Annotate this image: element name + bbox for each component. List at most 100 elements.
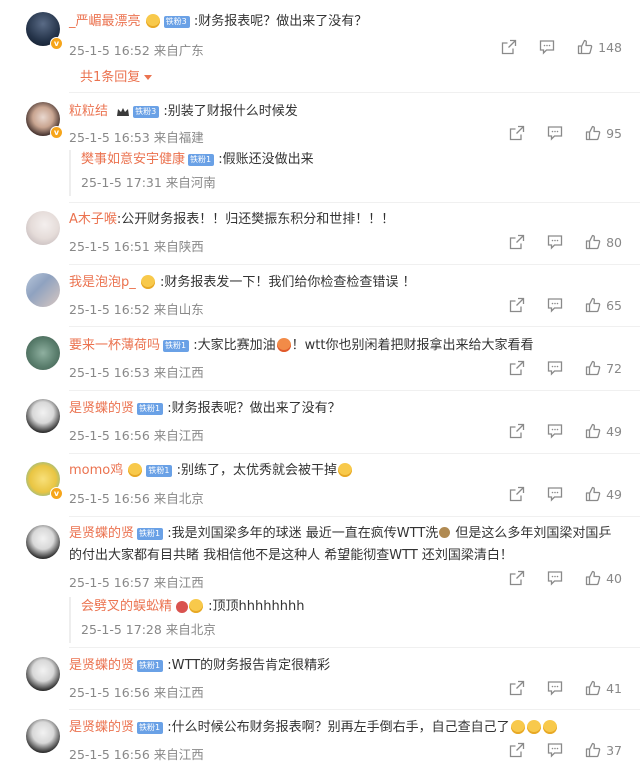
comment-line: 我是泡泡p_ :财务报表发一下！我们给你检查检查错误 ！: [69, 273, 416, 293]
like-button[interactable]: 80: [585, 234, 622, 250]
like-button[interactable]: 65: [585, 297, 622, 313]
like-button[interactable]: 41: [585, 680, 622, 696]
share-button[interactable]: [509, 423, 525, 439]
comment-button[interactable]: [547, 680, 563, 696]
comment-username[interactable]: 是贤蝶的贤: [69, 720, 134, 735]
avatar[interactable]: [26, 719, 60, 753]
share-button[interactable]: [509, 297, 525, 313]
divider: [69, 647, 640, 648]
share-icon: [509, 125, 525, 141]
thumbs-up-icon: [585, 360, 601, 376]
comment-meta: 25-1-5 16:56 来自江西: [69, 428, 204, 443]
share-button[interactable]: [509, 680, 525, 696]
comment-button[interactable]: [539, 39, 555, 55]
like-count: 40: [606, 570, 622, 586]
like-count: 95: [606, 125, 622, 141]
comment-text: :财务报表呢？做出来了没有？: [193, 14, 368, 29]
share-button[interactable]: [509, 570, 525, 586]
avatar[interactable]: [26, 399, 60, 433]
comment-button[interactable]: [547, 360, 563, 376]
avatar[interactable]: [26, 211, 60, 245]
comment-button[interactable]: [547, 742, 563, 758]
share-icon: [509, 234, 525, 250]
like-button[interactable]: 72: [585, 360, 622, 376]
reply-username[interactable]: 会劈叉的蜈蚣精: [81, 599, 172, 614]
comment-username[interactable]: 是贤蝶的贤: [69, 526, 134, 541]
share-icon: [509, 297, 525, 313]
share-button[interactable]: [509, 125, 525, 141]
thumbs-up-icon: [585, 486, 601, 502]
reply-line: 会劈叉的蜈蚣精 :顶顶hhhhhhhh: [81, 597, 629, 617]
avatar[interactable]: [26, 336, 60, 370]
crown-icon: [117, 107, 130, 116]
share-icon: [509, 680, 525, 696]
thumbs-up-icon: [585, 570, 601, 586]
like-button[interactable]: 40: [585, 570, 622, 586]
thumbs-up-icon: [585, 234, 601, 250]
medal-icon: [176, 600, 189, 613]
avatar[interactable]: [26, 273, 60, 307]
emoji-icon: [128, 462, 143, 477]
reply-item: 会劈叉的蜈蚣精 :顶顶hhhhhhhh 25-1-5 17:28 来自北京: [69, 597, 629, 643]
like-button[interactable]: 95: [585, 125, 622, 141]
share-button[interactable]: [509, 486, 525, 502]
like-button[interactable]: 49: [585, 486, 622, 502]
like-count: 80: [606, 234, 622, 250]
comment-button[interactable]: [547, 297, 563, 313]
like-button[interactable]: 37: [585, 742, 622, 758]
thumbs-up-icon: [585, 125, 601, 141]
like-count: 37: [606, 742, 622, 758]
comment-line: 要来一杯薄荷吗 铁粉1 :大家比赛加油 ！wtt你也别闲着把财报拿出来给大家看看: [69, 336, 533, 356]
comment-button[interactable]: [547, 486, 563, 502]
share-icon: [509, 360, 525, 376]
comment-text: :财务报表发一下！我们给你检查检查错误 ！: [160, 275, 416, 290]
comment-username[interactable]: momo鸡: [69, 463, 123, 478]
reply-username[interactable]: 樊事如意安宇健康: [81, 152, 185, 167]
comment-button[interactable]: [547, 570, 563, 586]
comment-actions: 41: [487, 680, 622, 696]
like-button[interactable]: 148: [577, 39, 622, 55]
comment-line: 是贤蝶的贤 铁粉1 :我是刘国梁多年的球迷 最近一直在疯传WTT洗 但是这么多年刘…: [69, 524, 629, 544]
comment-icon: [547, 571, 563, 586]
share-button[interactable]: [509, 360, 525, 376]
comment-text: :公开财务报表！！归还樊振东积分和世排！！！: [116, 212, 395, 227]
comment-actions: 37: [487, 742, 622, 758]
comment-text: :大家比赛加油: [193, 338, 276, 353]
avatar[interactable]: [26, 525, 60, 559]
comment-actions: 65: [487, 297, 622, 313]
comment-username[interactable]: _严嵋最漂亮: [69, 14, 141, 29]
comment-line: momo鸡 铁粉1 :别练了，太优秀就会被干掉: [69, 461, 353, 481]
comment-username[interactable]: 是贤蝶的贤: [69, 658, 134, 673]
comment-meta: 25-1-5 16:56 来自江西: [69, 747, 204, 762]
more-replies-link[interactable]: 共1条回复: [80, 66, 153, 85]
like-count: 65: [606, 297, 622, 313]
comment-icon: [547, 126, 563, 141]
comment-text: :我是刘国梁多年的球迷 最近一直在疯传WTT洗: [167, 526, 439, 541]
emoji-icon: [510, 719, 525, 734]
comment-username[interactable]: 粒粒结: [69, 104, 108, 119]
comment-button[interactable]: [547, 234, 563, 250]
divider: [69, 92, 640, 93]
thumbs-up-icon: [577, 39, 593, 55]
like-button[interactable]: 49: [585, 423, 622, 439]
comment-text: :WTT的财务报告肯定很精彩: [167, 658, 331, 673]
comment-username[interactable]: 我是泡泡p_: [69, 275, 136, 290]
comment-text-cont: 但是这么多年刘国梁对国乒: [451, 526, 612, 541]
comment-username[interactable]: 是贤蝶的贤: [69, 401, 134, 416]
comment-text-cont: ！wtt你也别闲着把财报拿出来给大家看看: [291, 338, 534, 353]
comment-username[interactable]: 要来一杯薄荷吗: [69, 338, 160, 353]
comment-username[interactable]: A木子喉: [69, 212, 117, 227]
comment-button[interactable]: [547, 423, 563, 439]
thumbs-up-icon: [585, 742, 601, 758]
avatar[interactable]: [26, 657, 60, 691]
share-button[interactable]: [509, 742, 525, 758]
share-button[interactable]: [509, 234, 525, 250]
comment-button[interactable]: [547, 125, 563, 141]
comment-actions: 80: [487, 234, 622, 250]
share-button[interactable]: [501, 39, 517, 55]
comment-meta: 25-1-5 16:52 来自广东: [69, 43, 204, 58]
emoji-icon: [145, 13, 160, 28]
comment-line: 是贤蝶的贤 铁粉1 :财务报表呢？做出来了没有？: [69, 399, 341, 419]
comment-icon: [547, 681, 563, 696]
comment-meta: 25-1-5 16:57 来自江西: [69, 575, 204, 590]
